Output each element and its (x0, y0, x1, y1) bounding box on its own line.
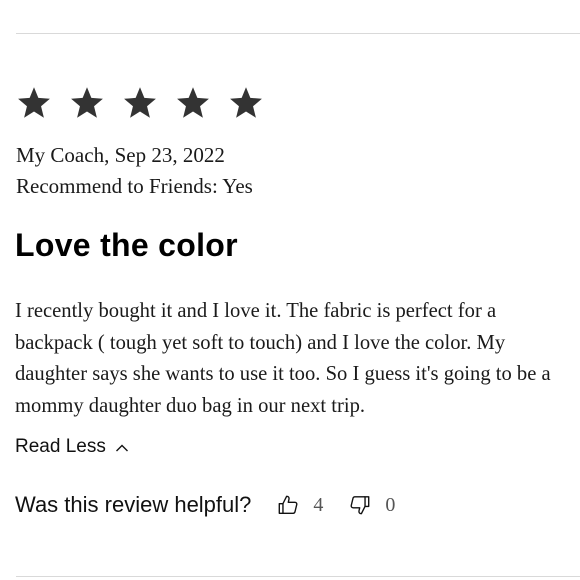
review-body: I recently bought it and I love it. The … (15, 300, 551, 417)
helpful-no-button[interactable]: 0 (349, 494, 395, 517)
bottom-divider (16, 576, 580, 577)
thumbs-up-icon (277, 494, 299, 516)
thumbs-down-icon (349, 494, 371, 516)
helpful-section: Was this review helpful? 4 0 (15, 492, 395, 518)
read-less-button[interactable]: Read Less (15, 436, 129, 458)
star-rating (16, 85, 264, 121)
helpful-yes-button[interactable]: 4 (277, 494, 323, 517)
helpful-label: Was this review helpful? (15, 492, 252, 517)
star-icon (69, 85, 105, 121)
chevron-up-icon (115, 442, 129, 453)
star-icon (175, 85, 211, 121)
helpful-no-count: 0 (385, 493, 396, 516)
read-less-label: Read Less (15, 436, 106, 457)
review-recommend: Recommend to Friends: Yes (16, 174, 253, 198)
helpful-yes-count: 4 (313, 493, 324, 516)
star-icon (228, 85, 264, 121)
review-title: Love the color (15, 227, 238, 263)
star-icon (122, 85, 158, 121)
star-icon (16, 85, 52, 121)
top-divider (16, 33, 580, 34)
review-author-date: My Coach, Sep 23, 2022 (16, 143, 225, 167)
